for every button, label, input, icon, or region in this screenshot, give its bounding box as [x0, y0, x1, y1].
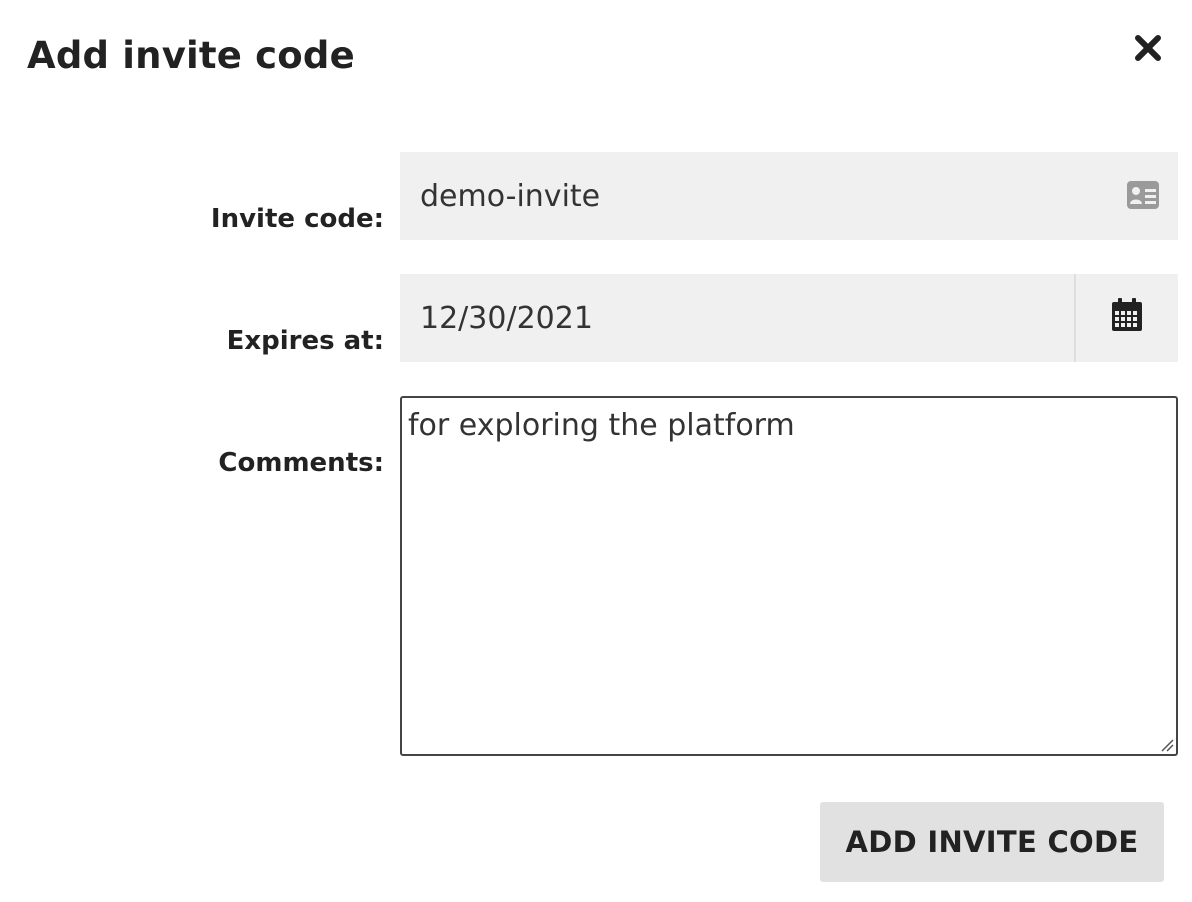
resize-grip-icon[interactable]	[1158, 736, 1174, 752]
invite-code-label: Invite code:	[210, 204, 384, 234]
id-card-icon	[1127, 181, 1159, 209]
expires-at-label: Expires at:	[226, 326, 384, 356]
close-icon	[1135, 35, 1161, 61]
invite-code-input[interactable]	[400, 152, 1100, 240]
comments-textarea[interactable]: for exploring the platform	[400, 396, 1178, 756]
expires-at-input[interactable]	[400, 274, 1074, 362]
add-invite-code-dialog: Add invite code Invite code: Expires at:	[0, 0, 1192, 902]
close-button[interactable]	[1128, 28, 1168, 68]
comments-label: Comments:	[218, 448, 384, 478]
calendar-icon	[1112, 298, 1142, 331]
expires-at-field-wrapper	[400, 274, 1178, 362]
calendar-button[interactable]	[1074, 274, 1178, 362]
invite-code-field-wrapper	[400, 152, 1178, 240]
add-invite-code-button[interactable]: ADD INVITE CODE	[820, 802, 1164, 882]
dialog-title: Add invite code	[27, 34, 355, 77]
